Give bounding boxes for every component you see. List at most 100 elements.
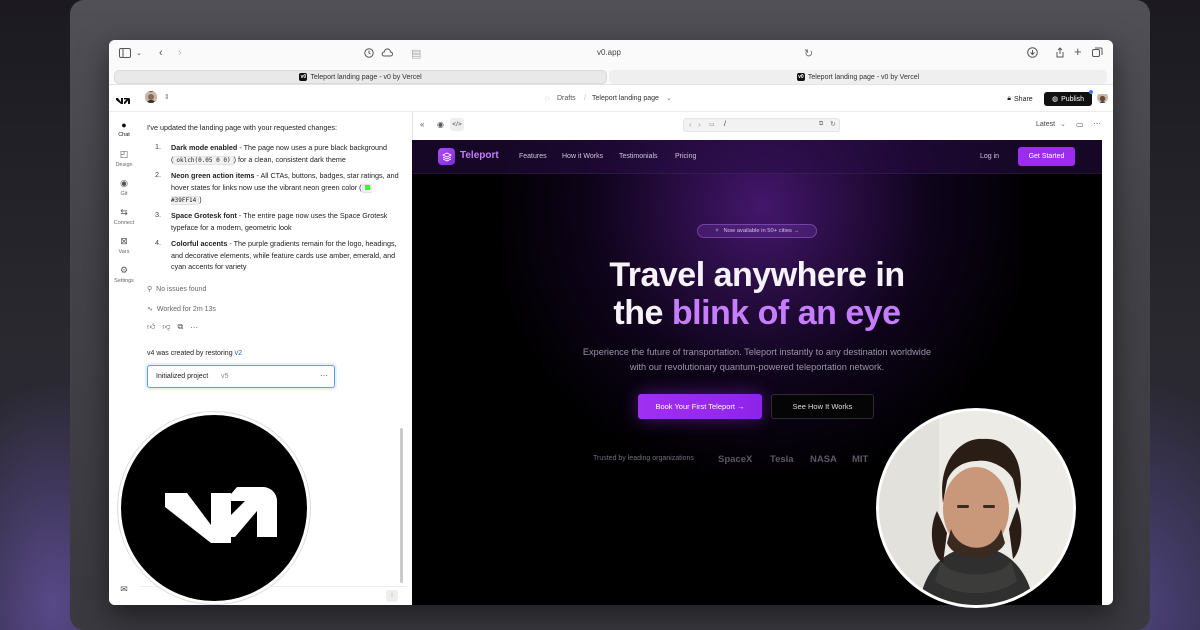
v0-logo-icon[interactable] xyxy=(115,93,131,111)
availability-badge[interactable]: ✧ Now available in 50+ cities → xyxy=(697,224,817,238)
trusted-label: Trusted by leading organizations xyxy=(593,455,694,462)
teleport-logo-icon[interactable] xyxy=(438,148,455,165)
reload-icon[interactable]: ↻ xyxy=(830,120,836,128)
open-external-icon[interactable]: ⧉ xyxy=(819,121,823,128)
restore-note: v4 was created by restoring v2 xyxy=(147,348,242,359)
list-item-title: Colorful accents xyxy=(171,239,228,248)
avatar[interactable] xyxy=(1097,92,1108,103)
cloud-icon[interactable] xyxy=(381,48,393,60)
thumbs-up-icon[interactable]: 👍︎ xyxy=(147,322,155,332)
drafts-spinner-icon: ◌ xyxy=(545,94,550,103)
get-started-label: Get Started xyxy=(1028,153,1065,160)
hero-headline-plain: the xyxy=(613,294,672,332)
site-nav-testimonials[interactable]: Testimonials xyxy=(619,153,658,160)
address-bar[interactable]: v0.app xyxy=(579,48,639,57)
sidebar-item-design[interactable]: ◰ Design xyxy=(109,149,139,168)
gear-icon: ⚙ xyxy=(119,265,129,275)
new-tab-icon[interactable]: + xyxy=(1074,45,1082,58)
reader-icon[interactable]: ▤ xyxy=(411,48,421,60)
sidebar-item-chat[interactable]: ● Chat xyxy=(109,120,139,138)
version-select[interactable]: Latest xyxy=(1036,121,1055,128)
site-nav-features[interactable]: Features xyxy=(519,153,547,160)
collapse-icon[interactable]: « xyxy=(420,120,424,129)
share-button[interactable]: 🔒︎ Share xyxy=(1001,92,1039,106)
preview-back-icon[interactable]: ‹ xyxy=(689,120,692,129)
download-icon[interactable] xyxy=(1027,47,1038,61)
lock-icon: 🔒︎ xyxy=(1007,95,1012,102)
hero-headline-line1: Travel anywhere in xyxy=(609,256,905,294)
v0-logo-badge xyxy=(118,412,310,604)
site-brand[interactable]: Teleport xyxy=(460,150,499,161)
list-item-text: ) xyxy=(199,195,202,204)
preview-address-bar[interactable]: ‹ › ▭ / ⧉ ↻ xyxy=(683,118,840,132)
preview-forward-icon[interactable]: › xyxy=(698,120,701,129)
sidebar-item-label: Connect xyxy=(113,220,135,226)
back-icon[interactable]: ‹ xyxy=(159,47,163,59)
browser-tab[interactable]: v0 Teleport landing page - v0 by Vercel xyxy=(114,70,607,84)
site-login-link[interactable]: Log in xyxy=(980,153,999,160)
breadcrumb-project[interactable]: Teleport landing page xyxy=(592,95,659,102)
publish-button-label: Publish xyxy=(1061,95,1085,103)
sidebar-item-git[interactable]: ◉ Git xyxy=(109,178,139,197)
reload-icon[interactable]: ↻ xyxy=(804,48,813,60)
tab-title: Teleport landing page - v0 by Vercel xyxy=(807,73,920,81)
more-icon[interactable]: ··· xyxy=(190,323,198,332)
chat-intro: I've updated the landing page with your … xyxy=(147,123,337,132)
send-button[interactable]: ↑ xyxy=(386,590,398,602)
hero-headline-accent: blink of an eye xyxy=(671,294,901,332)
see-how-it-works-button[interactable]: See How It Works xyxy=(771,394,874,419)
worked-for-status: ∿ Worked for 2m 13s xyxy=(147,305,216,314)
vars-icon: ⊠ xyxy=(120,236,128,246)
copy-icon[interactable]: ⧉ xyxy=(178,322,184,332)
chevron-down-icon[interactable]: ⌄ xyxy=(666,94,672,102)
browser-tab[interactable]: v0 Teleport landing page - v0 by Vercel xyxy=(609,70,1107,84)
restore-version-link[interactable]: v2 xyxy=(235,350,242,357)
chevron-updown-icon[interactable]: ⇕ xyxy=(164,93,170,101)
sidebar-toggle-icon[interactable] xyxy=(119,48,131,61)
share-icon[interactable] xyxy=(1055,47,1065,61)
sidebar-item-label: Vars xyxy=(118,249,130,255)
version-card[interactable]: Initialized project v5 ··· xyxy=(147,365,335,388)
sidebar-item-settings[interactable]: ⚙ Settings xyxy=(109,265,139,284)
chat-scrollbar[interactable] xyxy=(400,428,403,583)
book-teleport-button[interactable]: Book Your First Teleport → xyxy=(638,394,762,419)
eye-icon[interactable]: ◉ xyxy=(437,120,444,129)
git-icon: ◉ xyxy=(120,178,128,188)
layout-icon[interactable]: ▭ xyxy=(1076,120,1084,129)
version-card-label: Initialized project xyxy=(156,373,209,380)
forward-icon[interactable]: › xyxy=(178,47,182,59)
list-number: 4. xyxy=(155,238,161,247)
tabs-overview-icon[interactable] xyxy=(1092,47,1103,61)
no-issues-status: ⚲ No issues found xyxy=(147,285,206,294)
avatar[interactable] xyxy=(145,91,157,103)
person-portrait-icon xyxy=(879,411,1073,605)
v0-favicon-icon: v0 xyxy=(299,73,308,81)
code-icon[interactable]: </> xyxy=(450,118,464,131)
publish-button[interactable]: ◍ Publish xyxy=(1044,92,1092,106)
chevron-down-icon[interactable]: ⌄ xyxy=(1060,120,1066,128)
more-icon[interactable]: ⋯ xyxy=(1093,119,1101,128)
activity-icon: ∿ xyxy=(147,306,153,313)
sidebar-item-label: Design xyxy=(115,162,133,168)
chevron-down-icon[interactable]: ⌄ xyxy=(136,48,142,60)
logo-nasa: NASA xyxy=(810,454,837,465)
get-started-button[interactable]: Get Started xyxy=(1018,147,1075,166)
breadcrumb-drafts[interactable]: Drafts xyxy=(557,95,576,102)
sidebar-item-vars[interactable]: ⊠ Vars xyxy=(109,236,139,255)
chat-bubble-icon: ● xyxy=(121,120,127,130)
more-icon[interactable]: ··· xyxy=(320,371,328,380)
sidebar-item-label: Settings xyxy=(114,278,134,284)
thumbs-down-icon[interactable]: 👎︎ xyxy=(162,322,170,332)
monitor-icon[interactable]: ▭ xyxy=(709,121,715,128)
site-nav-pricing[interactable]: Pricing xyxy=(675,153,696,160)
list-item-title: Dark mode enabled xyxy=(171,143,238,152)
sidebar-item-connect[interactable]: ⇆ Connect xyxy=(109,207,139,226)
clock-icon[interactable] xyxy=(364,48,374,61)
browser-titlebar: ⌄ ‹ › ▤ v0.app ↻ + xyxy=(109,40,1113,68)
presenter-photo xyxy=(876,408,1076,608)
inline-code: #39FF14 xyxy=(171,197,197,204)
site-nav-how-it-works[interactable]: How it Works xyxy=(562,153,603,160)
tab-strip: v0 Teleport landing page - v0 by Vercel … xyxy=(109,68,1113,85)
globe-icon: ◍ xyxy=(1051,96,1059,103)
list-number: 1. xyxy=(155,142,161,151)
